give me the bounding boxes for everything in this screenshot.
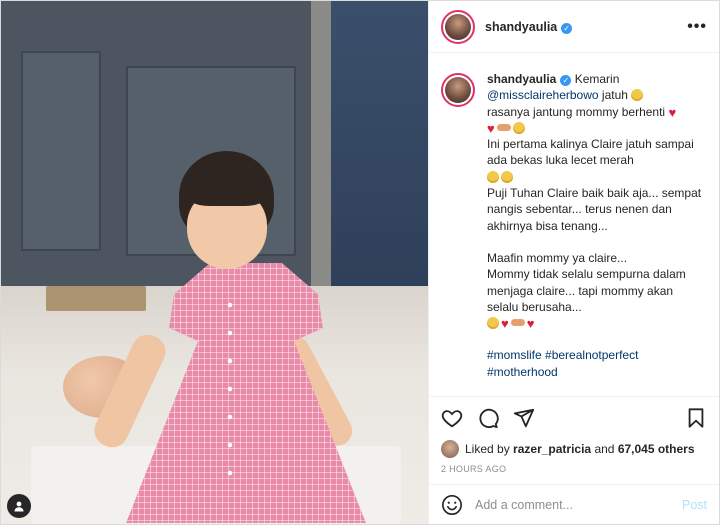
post-comment-button[interactable]: Post (682, 498, 707, 512)
background-door (1, 1, 331, 301)
sad-face-icon (631, 89, 644, 102)
caption-text: Kemarin (574, 72, 620, 86)
caption-text: Puji Tuhan Claire baik baik aja... sempa… (487, 186, 702, 233)
heart-icon[interactable] (441, 407, 463, 429)
mention-link[interactable]: @missclaireherbowo (487, 88, 599, 102)
liked-by-user[interactable]: razer_patricia (513, 442, 591, 456)
smile-icon[interactable] (441, 494, 463, 516)
heart-emoji-icon: ♥ (487, 120, 495, 136)
verified-icon: ✓ (561, 22, 573, 34)
caption-text: jatuh (601, 88, 628, 103)
share-icon[interactable] (513, 407, 535, 429)
hashtag-link[interactable]: #motherhood (487, 365, 558, 379)
save-icon[interactable] (685, 407, 707, 429)
bandage-icon (510, 319, 525, 327)
likes-row: Liked by razer_patricia and 67,045 other… (429, 438, 719, 460)
blue-door (331, 1, 428, 301)
caption-row: shandyaulia ✓ Kemarin @missclaireherbowo … (441, 71, 707, 380)
add-comment-bar: Post (429, 484, 719, 524)
post-timestamp[interactable]: 2 HOURS AGO (429, 460, 719, 484)
comments-area: shandyaulia ✓ Kemarin @missclaireherbowo … (429, 53, 719, 396)
caption-text: Ini pertama kalinya Claire jatuh sampai … (487, 137, 694, 168)
post-header: shandyaulia ✓ ••• (429, 1, 719, 53)
comment-input[interactable] (475, 497, 682, 512)
avatar[interactable] (441, 9, 475, 44)
instagram-post: shandyaulia ✓ ••• shandyaulia ✓ Kemarin @m… (0, 0, 720, 525)
heart-emoji-icon: ♥ (526, 316, 535, 332)
avatar[interactable] (441, 440, 459, 458)
door-panel (21, 51, 101, 251)
dress-buttons (227, 291, 233, 491)
caption-text: rasanya jantung mommy berhenti (487, 104, 666, 119)
verified-icon: ✓ (560, 75, 572, 86)
likes-count[interactable]: 67,045 others (618, 442, 695, 456)
action-bar (429, 396, 719, 438)
post-side-panel: shandyaulia ✓ ••• shandyaulia ✓ Kemarin @m… (428, 1, 719, 524)
caption: shandyaulia ✓ Kemarin @missclaireherbowo … (487, 71, 707, 380)
sad-face-icon (512, 121, 525, 134)
wall-strip (311, 1, 333, 301)
sad-face-icon (487, 170, 499, 183)
hashtag-link[interactable]: #momslife (487, 348, 542, 362)
hashtag-link[interactable]: #berealnotperfect (545, 348, 638, 362)
comment-icon[interactable] (477, 407, 499, 429)
heart-emoji-icon: ♥ (668, 104, 677, 120)
more-horizontal-icon[interactable]: ••• (687, 18, 707, 36)
child-fringe (183, 161, 271, 206)
sad-face-icon (487, 317, 499, 330)
bandage-icon (496, 123, 511, 131)
likes-and: and (594, 442, 615, 456)
header-username[interactable]: shandyaulia ✓ (485, 20, 573, 34)
likes-prefix: Liked by (465, 442, 510, 456)
caption-text: Mommy tidak selalu sempurna dalam menjag… (487, 267, 686, 314)
caption-username[interactable]: shandyaulia (487, 72, 556, 86)
avatar[interactable] (441, 73, 475, 107)
post-photo[interactable] (1, 1, 428, 524)
sad-face-icon (501, 170, 513, 183)
username-text[interactable]: shandyaulia (485, 20, 557, 34)
user-tag-icon[interactable] (7, 494, 31, 518)
door-mat (46, 286, 146, 311)
heart-emoji-icon: ♥ (501, 316, 509, 332)
caption-text: Maafin mommy ya claire... (487, 250, 628, 265)
